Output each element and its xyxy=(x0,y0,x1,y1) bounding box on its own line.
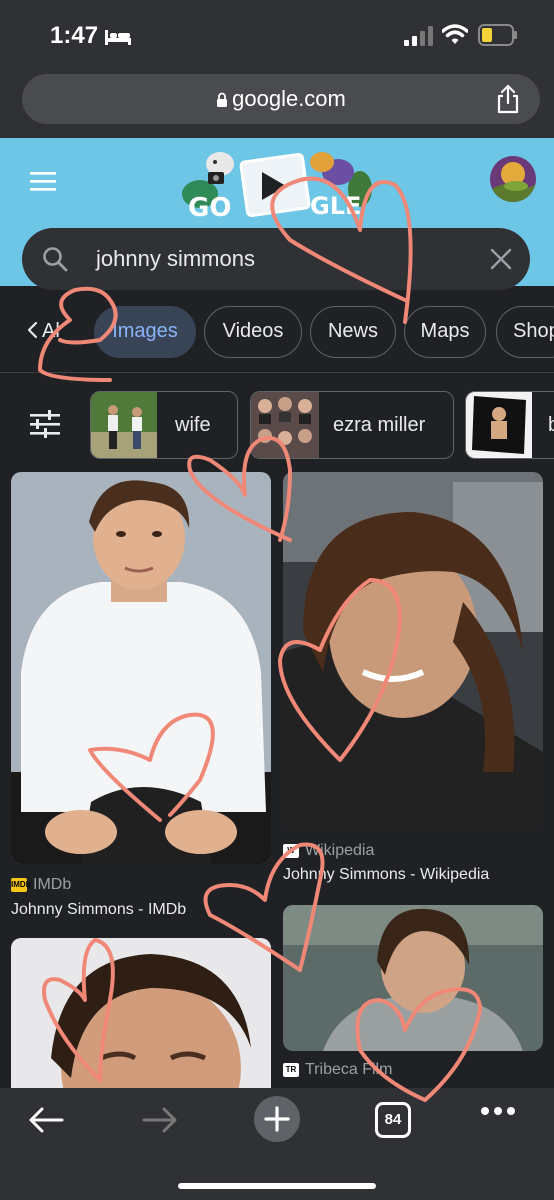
search-query[interactable]: johnny simmons xyxy=(96,246,255,272)
plus-icon xyxy=(264,1106,290,1132)
result-source: TR Tribeca Film xyxy=(283,1061,392,1079)
tab-switcher-button[interactable]: 84 xyxy=(375,1102,411,1138)
result-image-imdb[interactable] xyxy=(11,472,271,864)
tab-images-label: Images xyxy=(112,320,178,342)
tribeca-icon: TR xyxy=(283,1062,299,1077)
lock-icon xyxy=(217,92,228,108)
search-tabs: Al Images Videos News Maps Shop xyxy=(0,306,554,360)
avatar-image xyxy=(490,156,536,202)
result-photo xyxy=(283,905,543,1051)
result-title[interactable]: Johnny Simmons - Wikipedia xyxy=(283,866,489,884)
related-search-wife[interactable]: wife xyxy=(90,391,238,459)
wifi-icon xyxy=(442,24,468,44)
search-icon xyxy=(43,247,68,272)
bed-icon xyxy=(105,30,131,45)
related-search-more[interactable]: b xyxy=(465,391,554,459)
imdb-icon: IMDb xyxy=(11,877,31,892)
tab-maps-label: Maps xyxy=(420,320,470,342)
source-name: Tribeca Film xyxy=(305,1061,393,1078)
filter-sliders-icon[interactable] xyxy=(30,410,60,438)
related-thumbnail xyxy=(251,392,319,458)
battery-icon xyxy=(478,24,517,46)
tab-maps[interactable]: Maps xyxy=(404,306,486,358)
google-doodle-logo[interactable]: GO GLE xyxy=(170,144,380,224)
url-text: google.com xyxy=(232,86,346,111)
address-bar-area: google.com xyxy=(0,72,554,138)
cellular-signal-icon xyxy=(404,26,433,46)
result-source: W Wikipedia xyxy=(283,842,374,860)
related-label: wife xyxy=(175,414,211,436)
wikipedia-icon: W xyxy=(283,843,299,858)
tab-all[interactable]: Al xyxy=(26,320,60,343)
forward-arrow-icon[interactable] xyxy=(142,1106,178,1134)
source-name: IMDb xyxy=(33,876,72,893)
home-indicator xyxy=(178,1183,376,1189)
svg-text:GO: GO xyxy=(188,193,231,223)
status-time: 1:47 xyxy=(50,22,99,49)
related-label: ezra miller xyxy=(333,414,426,436)
status-bar: 1:47 xyxy=(0,0,554,72)
account-avatar[interactable] xyxy=(490,156,536,202)
related-thumbnail xyxy=(91,392,157,458)
result-photo xyxy=(11,938,271,1098)
tab-videos-label: Videos xyxy=(222,320,284,342)
svg-text:GLE: GLE xyxy=(310,192,361,220)
new-tab-button[interactable] xyxy=(254,1096,300,1142)
result-photo xyxy=(283,472,543,830)
result-image-3[interactable] xyxy=(11,938,271,1098)
back-arrow-icon[interactable] xyxy=(28,1106,64,1134)
tab-news[interactable]: News xyxy=(310,306,396,358)
tab-news-label: News xyxy=(327,320,378,342)
source-name: Wikipedia xyxy=(305,842,375,859)
related-search-ezra-miller[interactable]: ezra miller xyxy=(250,391,454,459)
share-icon[interactable] xyxy=(496,84,520,114)
search-box[interactable]: johnny simmons xyxy=(22,228,530,290)
more-menu-icon[interactable] xyxy=(480,1106,516,1116)
tab-shopping[interactable]: Shop xyxy=(496,306,554,358)
tab-all-label: Al xyxy=(42,320,60,342)
tab-videos[interactable]: Videos xyxy=(204,306,302,358)
result-source: IMDb IMDb xyxy=(11,876,71,894)
divider xyxy=(0,372,554,373)
result-image-wikipedia[interactable] xyxy=(283,472,543,830)
related-thumbnail xyxy=(466,392,532,458)
hamburger-menu-icon[interactable] xyxy=(30,172,58,192)
tab-shopping-label: Shop xyxy=(513,320,554,342)
related-label: b xyxy=(548,414,554,437)
tab-images[interactable]: Images xyxy=(94,306,196,358)
clear-search-icon[interactable] xyxy=(490,248,512,270)
result-title[interactable]: Johnny Simmons - IMDb xyxy=(11,901,186,919)
result-image-tribeca[interactable] xyxy=(283,905,543,1051)
result-photo xyxy=(11,472,271,864)
address-bar[interactable]: google.com xyxy=(22,74,540,124)
chevron-left-icon xyxy=(27,321,38,339)
